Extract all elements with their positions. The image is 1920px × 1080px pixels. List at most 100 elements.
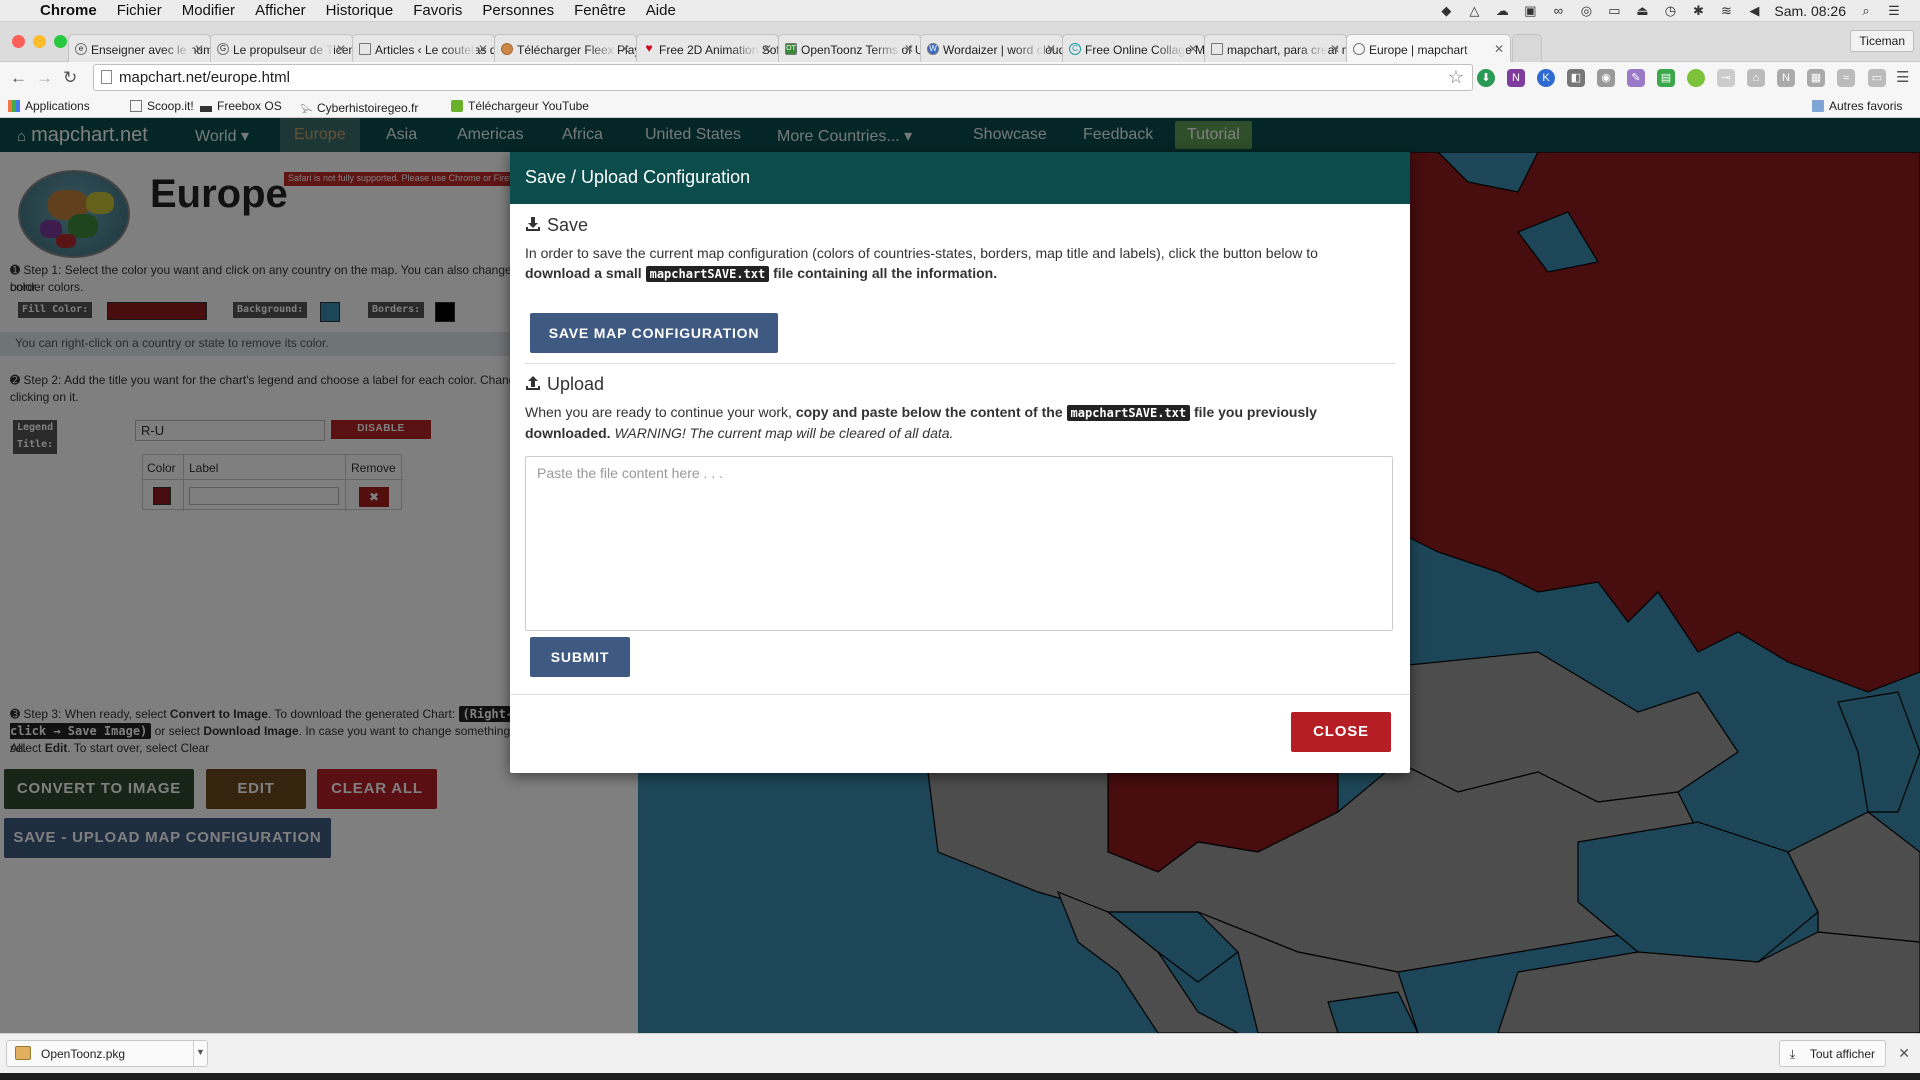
download-icon: ⤓	[1789, 1047, 1796, 1061]
save-description: In order to save the current map configu…	[525, 245, 1318, 282]
tab-close-icon[interactable]: ✕	[1494, 42, 1504, 56]
extension-download-icon[interactable]: ⬇	[1477, 69, 1495, 87]
minimize-window-icon[interactable]	[33, 35, 46, 48]
close-window-icon[interactable]	[12, 35, 25, 48]
eject-icon[interactable]: ⏏	[1634, 3, 1650, 18]
search-icon[interactable]: ⌕	[1858, 3, 1874, 18]
wifi-icon[interactable]: ≋	[1718, 3, 1734, 18]
new-tab-button[interactable]	[1512, 34, 1542, 62]
chevron-down-icon[interactable]: ▼	[193, 1041, 207, 1066]
macos-menu-bar: Chrome Fichier Modifier Afficher Histori…	[0, 0, 1920, 22]
extension-onenote-icon[interactable]: N	[1507, 69, 1525, 87]
browser-tab[interactable]: Articles ‹ Le coutelas du ✕	[352, 34, 495, 62]
download-item[interactable]: OpenToonz.pkg ▼	[6, 1040, 208, 1067]
browser-tab[interactable]: OTOpenToonz Terms of Use✕	[778, 34, 921, 62]
bookmark-youtube-downloader[interactable]: Téléchargeur YouTube	[451, 99, 589, 113]
bookmark-other-folder[interactable]: Autres favoris	[1812, 99, 1902, 113]
menu-afficher[interactable]: Afficher	[255, 2, 306, 19]
window-controls	[12, 35, 67, 48]
extension-n-icon[interactable]: N	[1777, 69, 1795, 87]
browser-tab[interactable]: CFree Online Collage Maker✕	[1062, 34, 1205, 62]
tab-close-icon[interactable]: ✕	[478, 42, 488, 56]
save-map-configuration-button[interactable]: SAVE MAP CONFIGURATION	[530, 313, 778, 353]
extension-pin-icon[interactable]: ⌂	[1747, 69, 1765, 87]
bookmark-star-icon[interactable]: ☆	[1448, 67, 1464, 88]
back-icon[interactable]: ←	[10, 68, 27, 88]
submit-button[interactable]: SUBMIT	[530, 637, 630, 677]
extension-k-icon[interactable]: K	[1537, 69, 1555, 87]
profile-button[interactable]: Ticeman	[1850, 30, 1914, 52]
page-icon	[130, 100, 142, 112]
browser-tab-strip: eEnseigner avec le numérique✕ GLe propul…	[0, 22, 1920, 63]
tab-close-icon[interactable]: ✕	[1046, 42, 1056, 56]
extension-evernote-icon[interactable]: ▤	[1657, 69, 1675, 87]
extension-toggle-icon[interactable]: ⊸	[1717, 69, 1735, 87]
tab-close-icon[interactable]: ✕	[904, 42, 914, 56]
browser-tab[interactable]: Télécharger Fleex Player✕	[494, 34, 637, 62]
browser-tab[interactable]: GLe propulseur de Ticemans✕	[210, 34, 353, 62]
address-bar[interactable]: mapchart.net/europe.html ☆	[93, 64, 1473, 91]
reload-icon[interactable]: ↻	[63, 68, 77, 88]
tab-close-icon[interactable]: ✕	[194, 42, 204, 56]
extension-pen-icon[interactable]: ✎	[1627, 69, 1645, 87]
airplay-icon[interactable]: ▭	[1606, 3, 1622, 18]
tab-close-icon[interactable]: ✕	[1188, 42, 1198, 56]
bookmark-scoopit[interactable]: Scoop.it!	[130, 99, 194, 113]
browser-tab[interactable]: W Wordaizer | word cloud ✕	[920, 34, 1063, 62]
tab-favicon-icon	[359, 43, 371, 55]
menu-historique[interactable]: Historique	[326, 2, 394, 19]
modal-footer: CLOSE	[510, 694, 1410, 773]
menu-aide[interactable]: Aide	[646, 2, 676, 19]
tab-favicon-icon: C	[1069, 43, 1081, 55]
browser-tab-active[interactable]: Europe | mapchart ✕	[1346, 34, 1511, 63]
bookmark-cyberhistoiregeo[interactable]: 𓅪 Cyberhistoiregeo.fr	[300, 99, 418, 117]
extension-green-dot-icon[interactable]	[1687, 69, 1705, 87]
extension-gray-icon[interactable]: ◧	[1567, 69, 1585, 87]
extension-rss-icon[interactable]: ≈	[1837, 69, 1855, 87]
clock-icon[interactable]: ◷	[1662, 3, 1678, 18]
menu-personnes[interactable]: Personnes	[482, 2, 554, 19]
photos-icon[interactable]: ▣	[1522, 3, 1538, 18]
tab-close-icon[interactable]: ✕	[762, 42, 772, 56]
time-machine-icon[interactable]: ◎	[1578, 3, 1594, 18]
browser-tab[interactable]: mapchart, para crear mapas✕	[1204, 34, 1347, 62]
extension-page-icon[interactable]: ▦	[1807, 69, 1825, 87]
menu-clock[interactable]: Sam. 08:26	[1774, 3, 1846, 19]
status-area: ◆ △ ☁ ▣ ∞ ◎ ▭ ⏏ ◷ ✱ ≋ ◀ Sam. 08:26 ⌕ ☰	[1438, 3, 1920, 19]
browser-tab[interactable]: ♥Free 2D Animation Software✕	[636, 34, 779, 62]
extension-camera-icon[interactable]: ◉	[1597, 69, 1615, 87]
menu-chrome[interactable]: Chrome	[40, 2, 97, 19]
save-upload-modal: Save / Upload Configuration Save In orde…	[510, 152, 1410, 773]
extension-layout-icon[interactable]: ▭	[1868, 69, 1886, 87]
tab-close-icon[interactable]: ✕	[1330, 42, 1340, 56]
volume-icon[interactable]: ◀	[1746, 3, 1762, 18]
upload-section-heading: Upload	[525, 374, 604, 395]
notification-list-icon[interactable]: ☰	[1886, 3, 1902, 18]
bluetooth-icon[interactable]: ✱	[1690, 3, 1706, 18]
download-icon	[525, 216, 541, 232]
cloud-icon[interactable]: ☁	[1494, 3, 1510, 18]
tab-close-icon[interactable]: ✕	[620, 42, 630, 56]
dropbox-icon[interactable]: ◆	[1438, 3, 1454, 18]
upload-icon	[525, 375, 541, 391]
drive-icon[interactable]: △	[1466, 3, 1482, 18]
upload-warning: WARNING! The current map will be cleared…	[614, 425, 954, 441]
maximize-window-icon[interactable]	[54, 35, 67, 48]
menu-fenetre[interactable]: Fenêtre	[574, 2, 626, 19]
config-paste-textarea[interactable]	[525, 456, 1393, 631]
creative-cloud-icon[interactable]: ∞	[1550, 3, 1566, 18]
bookmark-applications[interactable]: Applications	[8, 99, 90, 113]
menu-modifier[interactable]: Modifier	[182, 2, 235, 19]
bookmark-freebox[interactable]: Freebox OS	[200, 99, 282, 113]
browser-tab[interactable]: eEnseigner avec le numérique✕	[68, 34, 211, 62]
menu-fichier[interactable]: Fichier	[117, 2, 162, 19]
close-download-bar-icon[interactable]: ✕	[1898, 1045, 1910, 1062]
tab-close-icon[interactable]: ✕	[336, 42, 346, 56]
chrome-menu-icon[interactable]: ☰	[1896, 68, 1909, 86]
forward-icon[interactable]: →	[36, 68, 53, 88]
save-section-heading: Save	[525, 215, 588, 236]
show-all-downloads-button[interactable]: ⤓ Tout afficher	[1778, 1040, 1886, 1067]
close-button[interactable]: CLOSE	[1291, 712, 1391, 752]
apps-grid-icon	[8, 100, 20, 112]
menu-favoris[interactable]: Favoris	[413, 2, 462, 19]
